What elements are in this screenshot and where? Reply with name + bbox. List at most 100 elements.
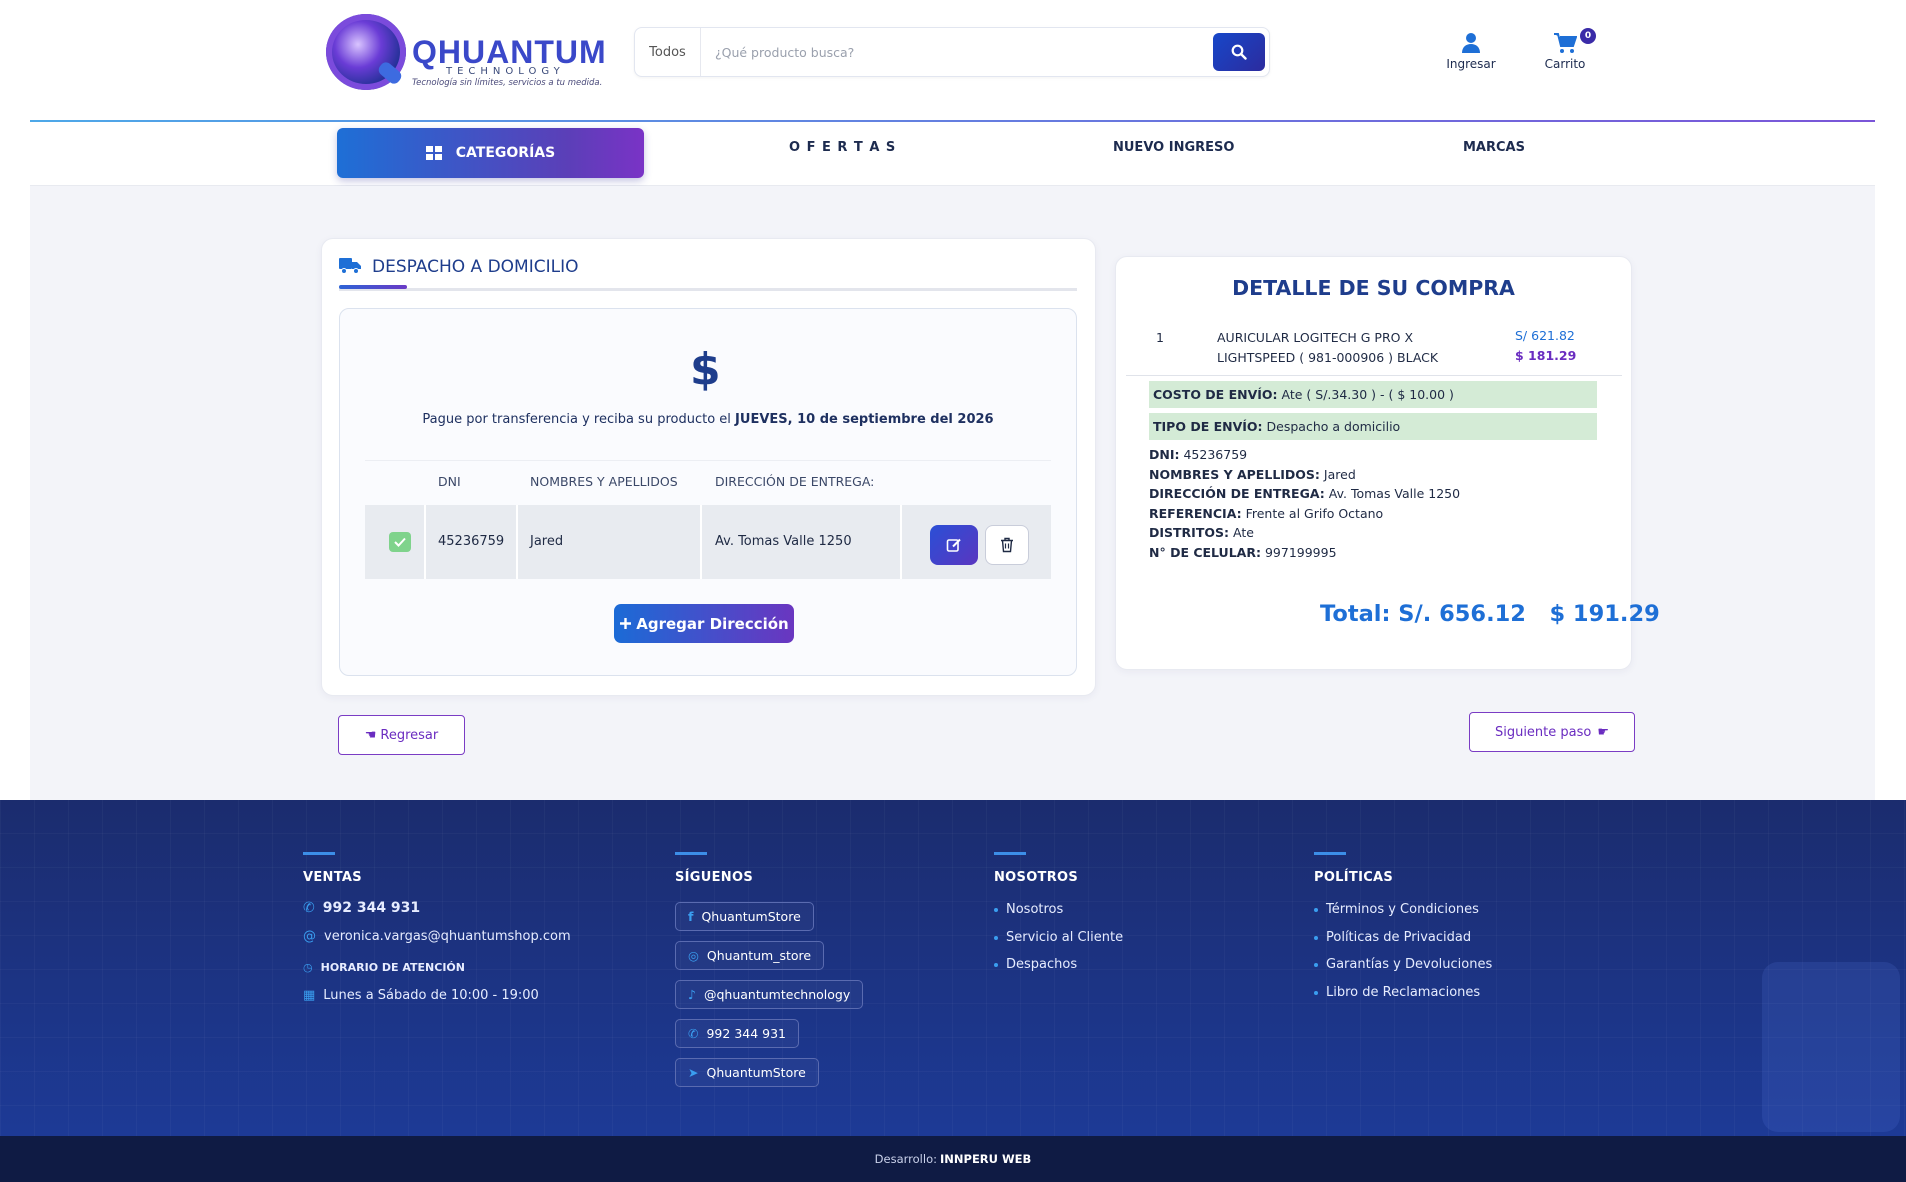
- footer-link-terms[interactable]: Términos y Condiciones: [1314, 902, 1479, 917]
- info-district: DISTRITOS: Ate: [1149, 525, 1254, 540]
- back-button[interactable]: ☚ Regresar: [338, 715, 465, 755]
- facebook-link[interactable]: f QhuantumStore: [675, 902, 814, 931]
- instagram-label: Qhuantum_store: [706, 948, 812, 963]
- instagram-link[interactable]: ◎ Qhuantum_store: [675, 941, 825, 970]
- footer-link-label: Nosotros: [1006, 902, 1064, 917]
- footer-link-label: Servicio al Cliente: [1006, 930, 1124, 945]
- item-name-line1: AURICULAR LOGITECH G PRO X: [1217, 330, 1414, 345]
- whatsapp-icon: ✆: [303, 900, 315, 916]
- footer-link-about[interactable]: Nosotros: [994, 902, 1063, 917]
- whatsapp-label: 992 344 931: [706, 1026, 787, 1041]
- shipping-type-label: TIPO DE ENVÍO:: [1153, 419, 1263, 434]
- item-price-pen: S/ 621.82: [1515, 328, 1575, 343]
- row-dni: 45236759: [438, 534, 505, 549]
- cart-count-badge: 0: [1580, 28, 1596, 44]
- footer-policies-title: POLÍTICAS: [1314, 870, 1394, 885]
- footer-link-claims[interactable]: Libro de Reclamaciones: [1314, 985, 1480, 1000]
- order-total: Total: S/. 656.12 $ 191.29: [1320, 601, 1660, 627]
- footer-link-privacy[interactable]: Políticas de Privacidad: [1314, 930, 1471, 945]
- footer-phone[interactable]: ✆ 992 344 931: [303, 900, 420, 916]
- cart-icon: [1554, 33, 1577, 53]
- footer-link-warranty[interactable]: Garantías y Devoluciones: [1314, 957, 1492, 972]
- at-icon: @: [303, 929, 316, 944]
- shipping-cost-value: Ate ( S/.34.30 ) - ( $ 10.00 ): [1281, 387, 1454, 402]
- next-step-button[interactable]: Siguiente paso ☛: [1469, 712, 1635, 752]
- shipping-title-underline: [339, 288, 1077, 291]
- hand-right-icon: ☛: [1597, 724, 1610, 740]
- logo-name: QHUANTUM: [412, 34, 607, 70]
- bullet-icon: [1314, 962, 1318, 967]
- categories-button[interactable]: CATEGORÍAS: [337, 128, 644, 178]
- footer-accent: [994, 852, 1026, 855]
- logo-sub: TECHNOLOGY: [446, 66, 565, 77]
- info-address: DIRECCIÓN DE ENTREGA: Av. Tomas Valle 12…: [1149, 486, 1460, 501]
- footer-accent: [303, 852, 335, 855]
- whatsapp-icon: ✆: [688, 1026, 699, 1041]
- info-name: NOMBRES Y APELLIDOS: Jared: [1149, 467, 1356, 482]
- footer-email-text: veronica.vargas@qhuantumshop.com: [324, 929, 571, 944]
- shipping-cost-label: COSTO DE ENVÍO:: [1153, 387, 1278, 402]
- footer-email[interactable]: @ veronica.vargas@qhuantumshop.com: [303, 929, 571, 944]
- tiktok-link[interactable]: ♪ @qhuantumtechnology: [675, 980, 864, 1009]
- bullet-icon: [1314, 907, 1318, 912]
- dollar-icon: $: [690, 344, 721, 395]
- edit-address-button[interactable]: [930, 525, 978, 565]
- row-address: Av. Tomas Valle 1250: [715, 534, 852, 549]
- th-name: NOMBRES Y APELLIDOS: [530, 474, 678, 489]
- delete-address-button[interactable]: [985, 525, 1029, 565]
- footer-link-shipping[interactable]: Despachos: [994, 957, 1077, 972]
- th-address: DIRECCIÓN DE ENTREGA:: [715, 474, 875, 489]
- clock-icon: ◷: [303, 961, 313, 974]
- tiktok-label: @qhuantumtechnology: [703, 987, 851, 1002]
- search-input[interactable]: [715, 28, 1185, 76]
- search-category-select[interactable]: Todos: [635, 28, 701, 76]
- grid-icon: [425, 146, 442, 160]
- next-label: Siguiente paso: [1494, 724, 1592, 740]
- nav-brands[interactable]: MARCAS: [1463, 140, 1525, 155]
- nav-offers[interactable]: O F E R T A S: [789, 140, 896, 155]
- hand-left-icon: ☚: [364, 727, 377, 743]
- address-select-checkbox[interactable]: [389, 532, 411, 552]
- login-label: Ingresar: [1446, 57, 1496, 71]
- logo-tagline: Tecnología sin límites, servicios a tu m…: [412, 78, 603, 88]
- payment-text: Pague por transferencia y reciba su prod…: [339, 412, 1077, 427]
- info-value: 997199995: [1264, 545, 1337, 560]
- shipping-cost-row: COSTO DE ENVÍO: Ate ( S/.34.30 ) - ( $ 10…: [1149, 381, 1597, 408]
- address-table-header: [365, 460, 1051, 502]
- search-button[interactable]: [1213, 33, 1265, 71]
- login-button[interactable]: Ingresar: [1431, 32, 1511, 71]
- whatsapp-link[interactable]: ✆ 992 344 931: [675, 1019, 800, 1048]
- brand-logo[interactable]: QHUANTUM TECHNOLOGY Tecnología sin límit…: [326, 14, 606, 90]
- footer-follow-title: SÍGUENOS: [675, 870, 754, 885]
- telegram-link[interactable]: ➤ QhuantumStore: [675, 1058, 819, 1087]
- info-label: N° DE CELULAR:: [1149, 545, 1261, 560]
- bullet-icon: [994, 907, 998, 912]
- payment-date: JUEVES, 10 de septiembre del 2026: [735, 412, 994, 427]
- footer-link-label: Políticas de Privacidad: [1326, 930, 1472, 945]
- search-icon: [1231, 44, 1247, 60]
- cell-divider: [900, 505, 902, 579]
- telegram-label: QhuantumStore: [706, 1065, 806, 1080]
- th-dni: DNI: [438, 474, 461, 489]
- info-label: DNI:: [1149, 447, 1180, 462]
- footer-hours-title: ◷ HORARIO DE ATENCIÓN: [303, 961, 465, 974]
- info-phone: N° DE CELULAR: 997199995: [1149, 545, 1337, 560]
- cart-label: Carrito: [1544, 57, 1586, 71]
- shipping-type-row: TIPO DE ENVÍO: Despacho a domicilio: [1149, 413, 1597, 440]
- footer-accent: [1314, 852, 1346, 855]
- info-value: Av. Tomas Valle 1250: [1328, 486, 1461, 501]
- credit-name[interactable]: INNPERU WEB: [940, 1152, 1031, 1166]
- add-address-label: Agregar Dirección: [636, 614, 789, 633]
- plus-icon: [620, 618, 632, 629]
- detail-divider: [1126, 375, 1622, 376]
- footer-sales-title: VENTAS: [303, 870, 362, 885]
- footer-hours-title-text: HORARIO DE ATENCIÓN: [320, 961, 465, 974]
- categories-label: CATEGORÍAS: [455, 145, 556, 161]
- cell-divider: [700, 505, 702, 579]
- nav-new[interactable]: NUEVO INGRESO: [1113, 140, 1234, 155]
- info-value: Jared: [1323, 467, 1356, 482]
- footer-link-service[interactable]: Servicio al Cliente: [994, 930, 1123, 945]
- tiktok-icon: ♪: [688, 987, 696, 1002]
- add-address-button[interactable]: Agregar Dirección: [614, 604, 794, 643]
- footer-hours-text: Lunes a Sábado de 10:00 - 19:00: [323, 988, 539, 1003]
